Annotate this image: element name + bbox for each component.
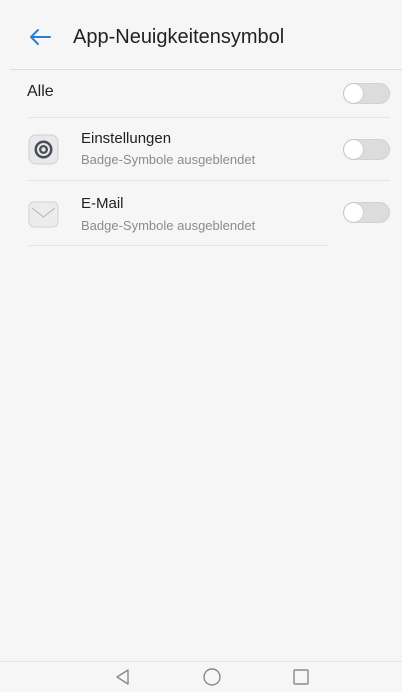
triangle-back-icon <box>116 669 129 685</box>
app-name: E-Mail <box>81 195 124 212</box>
mail-envelope-icon <box>28 199 59 230</box>
circle-home-icon <box>203 668 221 686</box>
app-bar: App-Neuigkeitensymbol <box>0 0 402 70</box>
email-badge-toggle[interactable] <box>343 202 390 223</box>
toggle-knob <box>344 84 363 103</box>
square-recents-icon <box>293 669 309 685</box>
divider <box>28 245 328 246</box>
toggle-knob <box>344 203 363 222</box>
all-apps-row[interactable]: Alle <box>0 70 402 117</box>
arrow-left-icon <box>30 29 51 45</box>
back-button[interactable] <box>25 22 55 52</box>
system-nav-bar <box>0 661 402 692</box>
all-apps-label: Alle <box>27 83 54 100</box>
app-subtitle: Badge-Symbole ausgeblendet <box>81 152 256 167</box>
nav-home-button[interactable] <box>200 667 224 687</box>
app-subtitle: Badge-Symbole ausgeblendet <box>81 218 256 233</box>
page-title: App-Neuigkeitensymbol <box>73 26 285 48</box>
nav-back-button[interactable] <box>110 667 134 687</box>
settings-gear-icon <box>28 134 59 165</box>
toggle-knob <box>344 140 363 159</box>
nav-recents-button[interactable] <box>289 667 313 687</box>
all-apps-toggle[interactable] <box>343 83 390 104</box>
app-row-settings[interactable]: Einstellungen Badge-Symbole ausgeblendet <box>0 118 402 180</box>
settings-badge-toggle[interactable] <box>343 139 390 160</box>
app-name: Einstellungen <box>81 130 172 147</box>
app-row-email[interactable]: E-Mail Badge-Symbole ausgeblendet <box>0 181 402 243</box>
